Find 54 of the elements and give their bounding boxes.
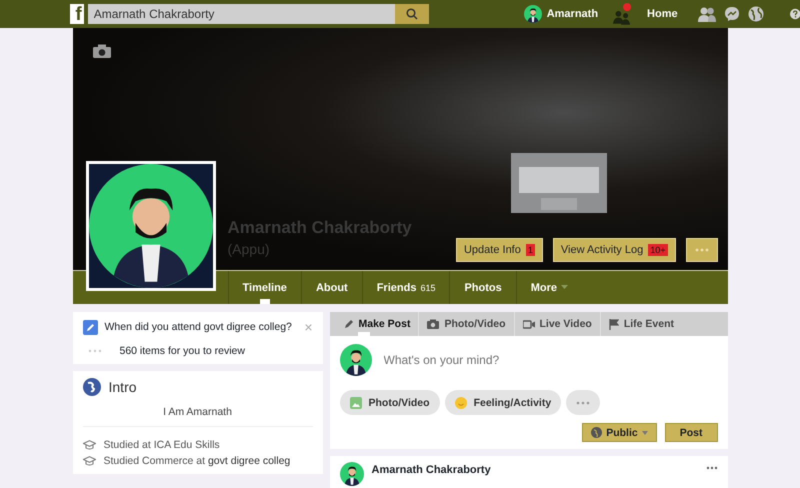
composer-action-button[interactable]: Feeling/Activity [444,390,562,415]
ellipsis-icon[interactable] [706,466,718,470]
count-badge: 10+ [648,244,668,256]
avatar-icon [340,462,364,486]
audience-dropdown[interactable]: Public [582,423,657,442]
friends-icon[interactable] [698,6,716,22]
home-link[interactable]: Home [647,8,678,20]
video-camera-icon [522,320,534,328]
flag-icon [608,318,619,330]
search-icon [406,8,418,20]
prompt-question[interactable]: When did you attend govt digree colleg? [104,321,292,333]
intro-item: Studied at ICA Edu Skills [104,439,220,451]
review-link[interactable]: 560 items for you to review [120,345,245,357]
profile-tab[interactable]: About [300,271,362,304]
profile-tab[interactable]: Friends 615 [362,271,450,304]
composer-action-button[interactable]: Photo/Video [340,390,440,415]
avatar-icon [88,164,212,288]
profile-action-button[interactable]: View Activity Log 10+ [552,238,676,262]
pencil-icon [344,319,354,329]
caret-icon [642,430,648,434]
ellipsis-icon [694,248,708,252]
bio-text: I Am Amarnath [82,406,312,427]
globe-icon [591,427,602,438]
globe-icon[interactable] [748,6,764,22]
profile-action-button[interactable]: Update Info 1 [456,238,543,262]
intro-item: Studied Commerce at govt digree colleg [104,455,290,467]
avatar-icon [524,5,542,23]
photo-icon [350,396,362,408]
smiley-icon [454,396,467,408]
pencil-icon [82,320,98,334]
profile-tab[interactable]: Timeline [228,271,301,304]
camera-icon [427,319,440,329]
ellipsis-icon [576,400,590,404]
post-input[interactable]: What's on your mind? [382,352,718,368]
profile-tab[interactable]: Photos [449,271,516,304]
search-button[interactable] [394,4,429,24]
post-author[interactable]: Amarnath Chakraborty [372,464,491,476]
profile-picture[interactable] [86,161,216,291]
ellipsis-icon [88,349,102,353]
intro-title: Intro [108,379,137,395]
avatar-icon [340,344,372,376]
globe-icon [82,378,100,396]
user-name[interactable]: Amarnath [546,8,598,20]
graduation-cap-icon [82,440,96,450]
count-badge: 1 [526,244,535,256]
graduation-cap-icon [82,456,96,466]
camera-icon[interactable] [92,44,110,58]
help-icon[interactable] [790,6,800,22]
logo[interactable]: f [70,4,84,24]
messenger-icon[interactable] [724,6,740,22]
composer-tab[interactable]: Life Event [600,312,682,336]
friend-requests-icon[interactable] [613,3,632,25]
post-button[interactable]: Post [664,423,718,442]
profile-tab[interactable]: More [516,271,582,304]
